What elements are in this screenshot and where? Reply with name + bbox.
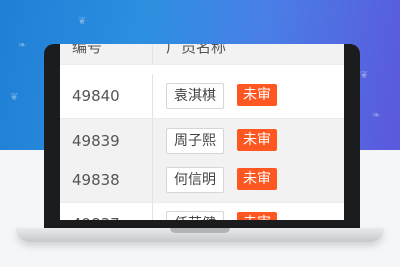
- leaf-decoration-icon: ❧: [372, 110, 381, 121]
- column-header-id: 编号: [72, 44, 103, 56]
- table-header-row: 编号 广员名称: [60, 44, 344, 65]
- status-badge[interactable]: 未审: [237, 84, 277, 106]
- leaf-decoration-icon: ❧: [18, 40, 27, 51]
- status-badge[interactable]: 未审: [237, 129, 277, 151]
- name-tag[interactable]: 袁淇棋: [166, 83, 224, 109]
- laptop-base-notch: [170, 228, 230, 233]
- status-badge[interactable]: 未审: [237, 212, 277, 220]
- table-row[interactable]: 49840 袁淇棋 未审: [60, 74, 344, 119]
- column-header-name: 广员名称: [166, 44, 227, 56]
- table-row[interactable]: 49837 任芸健 未审: [60, 202, 344, 220]
- status-badge[interactable]: 未审: [237, 168, 277, 190]
- column-divider: [152, 158, 153, 202]
- row-id: 49838: [72, 171, 120, 189]
- column-divider: [152, 119, 153, 163]
- name-tag[interactable]: 何信明: [166, 167, 224, 193]
- leaf-decoration-icon: ❦: [360, 70, 369, 81]
- leaf-decoration-icon: ❦: [10, 92, 19, 103]
- leaf-decoration-icon: ❦: [78, 16, 87, 27]
- column-divider: [152, 74, 153, 118]
- name-tag[interactable]: 周子熙: [166, 128, 224, 154]
- table-row[interactable]: 49838 何信明 未审: [60, 158, 344, 203]
- name-tag[interactable]: 任芸健: [166, 211, 224, 220]
- row-id: 49840: [72, 87, 120, 105]
- row-id: 49837: [72, 215, 120, 220]
- column-divider: [152, 44, 153, 64]
- laptop-screen: 编号 广员名称 49840 袁淇棋 未审 49839 周子熙 未审 49838 …: [60, 44, 344, 220]
- row-id: 49839: [72, 132, 120, 150]
- column-divider: [152, 202, 153, 220]
